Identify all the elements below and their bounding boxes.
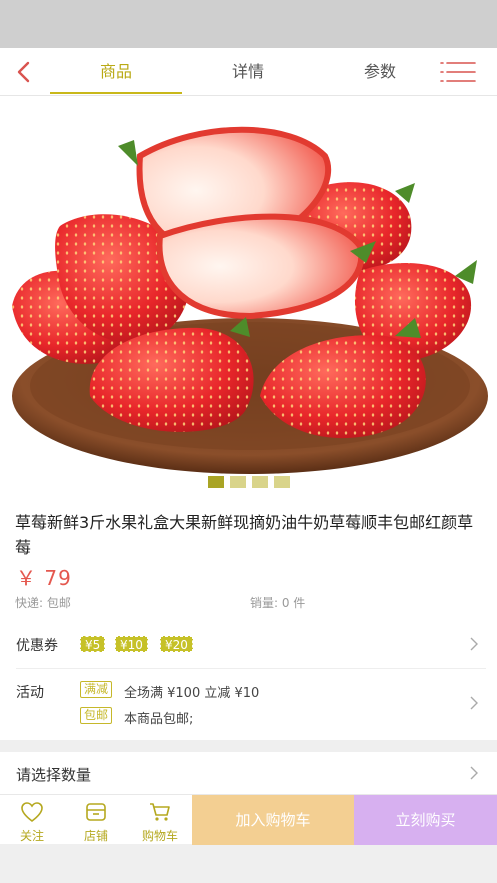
chevron-right-icon[interactable] xyxy=(468,636,480,652)
chevron-left-icon xyxy=(17,61,30,83)
store-label: 店铺 xyxy=(83,829,108,843)
cart-button[interactable]: 购物车 xyxy=(130,795,190,845)
follow-button[interactable]: 关注 xyxy=(2,795,62,845)
quantity-selector-row[interactable]: 请选择数量 xyxy=(0,752,497,794)
cart-label: 购物车 xyxy=(141,829,178,843)
cart-icon xyxy=(150,803,170,821)
coupon-badge[interactable]: ¥10 xyxy=(115,636,148,652)
chevron-right-icon[interactable] xyxy=(468,765,480,781)
store-button[interactable]: 店铺 xyxy=(66,795,126,845)
promo-text: 本商品包邮; xyxy=(124,712,194,727)
sales-count: 销量: 0 件 xyxy=(250,596,306,610)
product-title: 草莓新鲜3斤水果礼盒大果新鲜现摘奶油牛奶草莓顺丰包邮红颜草莓 xyxy=(15,513,474,557)
carousel-dot[interactable] xyxy=(273,476,290,488)
tab-active-indicator xyxy=(50,92,182,94)
coupon-badge[interactable]: ¥20 xyxy=(160,636,193,652)
carousel-indicator xyxy=(0,476,497,492)
quantity-label: 请选择数量 xyxy=(16,766,92,784)
tab-details[interactable]: 详情 xyxy=(182,48,314,96)
product-image[interactable] xyxy=(0,96,497,496)
chevron-right-icon[interactable] xyxy=(468,695,480,711)
product-info: 草莓新鲜3斤水果礼盒大果新鲜现摘奶油牛奶草莓顺丰包邮红颜草莓 ￥ 79 快递: … xyxy=(0,496,497,620)
divider xyxy=(16,668,486,669)
shipping-info: 快递: 包邮 xyxy=(15,596,71,610)
promotions-section: 优惠券 ¥5 ¥10 ¥20 活动 满减 全场满 ¥100 立减 ¥10 包邮 … xyxy=(0,620,497,740)
coupon-badge[interactable]: ¥5 xyxy=(80,636,106,652)
tab-goods[interactable]: 商品 xyxy=(50,48,182,96)
bottom-action-bar: 关注 店铺 购物车 加入购物车 立刻购买 xyxy=(0,794,497,845)
heart-icon xyxy=(21,802,43,823)
promo-tag: 包邮 xyxy=(80,707,113,724)
carousel-dot[interactable] xyxy=(207,476,224,488)
strawberry-bowl-image xyxy=(12,126,488,474)
store-icon xyxy=(86,803,106,821)
carousel-dot[interactable] xyxy=(229,476,246,488)
menu-icon xyxy=(440,62,476,82)
back-button[interactable] xyxy=(10,58,38,86)
follow-label: 关注 xyxy=(19,829,44,843)
coupon-label: 优惠券 xyxy=(16,638,58,654)
status-bar xyxy=(0,0,497,48)
top-nav: 商品 详情 参数 xyxy=(0,48,497,96)
buy-now-button[interactable]: 立刻购买 xyxy=(354,795,497,845)
promo-text: 全场满 ¥100 立减 ¥10 xyxy=(124,686,260,701)
tab-params[interactable]: 参数 xyxy=(314,48,446,96)
activity-label: 活动 xyxy=(16,685,44,701)
promo-tag: 满减 xyxy=(80,681,113,698)
product-price: ￥ 79 xyxy=(16,566,72,590)
menu-button[interactable] xyxy=(438,58,478,86)
carousel-dot[interactable] xyxy=(251,476,268,488)
add-to-cart-button[interactable]: 加入购物车 xyxy=(192,795,354,845)
